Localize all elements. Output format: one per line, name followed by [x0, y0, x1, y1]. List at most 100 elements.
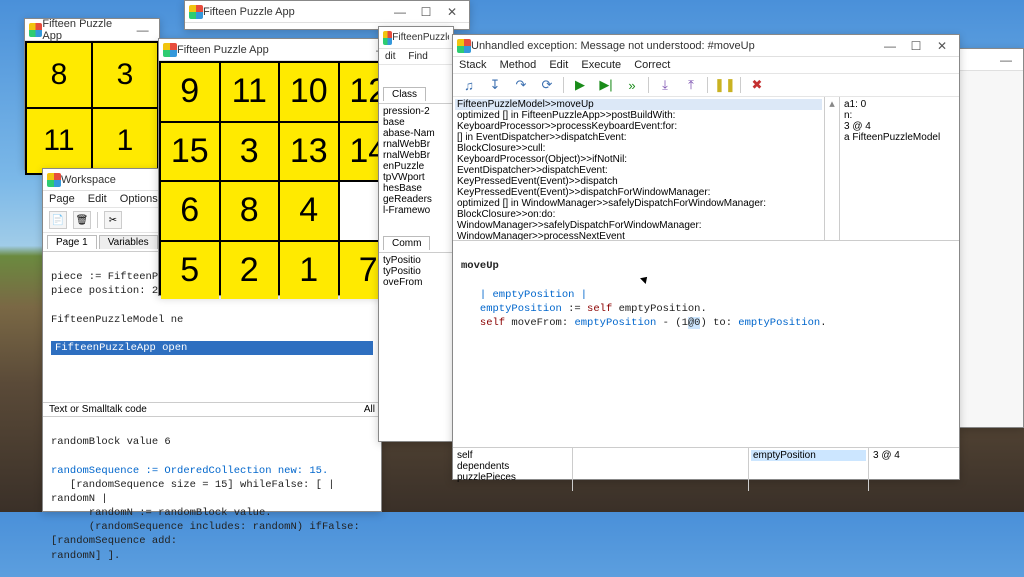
tile[interactable]: 2	[221, 242, 279, 300]
scroll-indicator[interactable]: ▴	[825, 97, 839, 240]
maximize-button[interactable]: ☐	[903, 35, 929, 57]
stack-trace[interactable]: FifteenPuzzleModel>>moveUpoptimized [] i…	[453, 97, 825, 240]
method-item[interactable]: tyPositio	[381, 255, 451, 266]
stop-icon[interactable]: ✖	[747, 77, 767, 93]
minimize-button[interactable]: —	[993, 49, 1019, 71]
tile[interactable]: 1	[93, 109, 157, 173]
stack-frame[interactable]: BlockClosure>>cull:	[455, 143, 822, 154]
stack-frame[interactable]: [] in EventDispatcher>>dispatchEvent:	[455, 132, 822, 143]
var-row[interactable]: n:	[842, 110, 957, 121]
puzzle-left-titlebar[interactable]: Fifteen Puzzle App —	[25, 19, 159, 41]
minimize-button[interactable]: —	[130, 19, 155, 41]
pause-icon[interactable]: ❚❚	[714, 77, 734, 93]
debugger-window[interactable]: Unhandled exception: Message not underst…	[452, 34, 960, 480]
category-list[interactable]: pression-2baseabase-NamrnalWebBrrnalWebB…	[379, 104, 453, 234]
tab-class[interactable]: Class	[383, 87, 426, 101]
minimize-button[interactable]: —	[877, 35, 903, 57]
tile[interactable]: 4	[280, 182, 338, 240]
menu-page[interactable]: Page	[49, 193, 75, 205]
headphones-icon[interactable]: ♫	[459, 78, 479, 93]
cut-button[interactable]: ✂	[104, 211, 122, 229]
tile[interactable]: 9	[161, 63, 219, 121]
stack-frame[interactable]: KeyboardProcessor(Object)>>ifNotNil:	[455, 154, 822, 165]
menu-edit[interactable]: Edit	[88, 193, 107, 205]
receiver-vars[interactable]: a1: 0n:3 @ 4a FifteenPuzzleModel	[839, 97, 959, 240]
tile[interactable]: 8	[221, 182, 279, 240]
var-row[interactable]: a FifteenPuzzleModel	[842, 132, 957, 143]
browser-titlebar[interactable]: FifteenPuzzleMode	[379, 27, 453, 49]
category-item[interactable]: l-Framewo	[381, 205, 451, 216]
skip-icon[interactable]: ▶|	[596, 77, 616, 93]
inspector-item[interactable]: puzzlePieces	[455, 472, 570, 483]
tile[interactable]: 3	[221, 123, 279, 181]
close-button[interactable]: ✕	[929, 35, 955, 57]
tile[interactable]: 15	[161, 123, 219, 181]
tab-page1[interactable]: Page 1	[47, 235, 97, 249]
method-item[interactable]: oveFrom	[381, 277, 451, 288]
tab-variables[interactable]: Variables	[99, 235, 158, 249]
menu-edit[interactable]: Edit	[549, 59, 568, 71]
category-item[interactable]: base	[381, 117, 451, 128]
debugger-menubar[interactable]: Stack Method Edit Execute Correct	[453, 57, 959, 74]
play-icon[interactable]: ▶	[570, 77, 590, 93]
workspace-footer-code[interactable]: randomBlock value 6 randomSequence := Or…	[43, 416, 381, 512]
tile[interactable]: 5	[161, 242, 219, 300]
inspector-item[interactable]: self	[455, 450, 570, 461]
menu-method[interactable]: Method	[500, 59, 537, 71]
tile[interactable]: 3	[93, 43, 157, 107]
inspector-right[interactable]: emptyPosition	[749, 448, 869, 491]
model-browser-window[interactable]: FifteenPuzzleMode dit Find Class pressio…	[378, 26, 454, 442]
method-source[interactable]: moveUp | emptyPosition | emptyPosition :…	[453, 241, 959, 447]
minimize-button[interactable]: —	[387, 1, 413, 23]
tile[interactable]: 11	[221, 63, 279, 121]
inspector-right-value[interactable]: 3 @ 4	[869, 448, 959, 491]
puzzle-left-window[interactable]: Fifteen Puzzle App — 8 3 11 1	[24, 18, 160, 170]
menu-options[interactable]: Options	[120, 193, 158, 205]
next-icon[interactable]: »	[622, 78, 642, 93]
tile[interactable]: 10	[280, 63, 338, 121]
refresh-icon[interactable]: ⟳	[537, 77, 557, 93]
var-emptyposition[interactable]: emptyPosition	[751, 450, 866, 461]
cursor-up-icon[interactable]: ⤒	[681, 77, 701, 93]
menu-correct[interactable]: Correct	[634, 59, 670, 71]
footer-mode[interactable]: All	[364, 404, 375, 415]
new-page-button[interactable]: 📄	[49, 211, 67, 229]
browser-menubar[interactable]: dit Find	[379, 49, 453, 65]
stack-frame[interactable]: WindowManager>>processNextEvent	[455, 231, 822, 240]
stack-frame[interactable]: BlockClosure>>on:do:	[455, 209, 822, 220]
category-item[interactable]: rnalWebBr	[381, 139, 451, 150]
menu-execute[interactable]: Execute	[581, 59, 621, 71]
stack-frame[interactable]: optimized [] in FifteenPuzzleApp>>postBu…	[455, 110, 822, 121]
stack-frame[interactable]: WindowManager>>safelyDispatchForWindowMa…	[455, 220, 822, 231]
step-over-icon[interactable]: ↷	[511, 77, 531, 93]
close-button[interactable]: ✕	[439, 1, 465, 23]
category-item[interactable]: enPuzzle	[381, 161, 451, 172]
puzzle-back-titlebar[interactable]: Fifteen Puzzle App — ☐ ✕	[185, 1, 469, 23]
tile[interactable]: 11	[27, 109, 91, 173]
tab-comm[interactable]: Comm	[383, 236, 430, 250]
stack-frame[interactable]: KeyboardProcessor>>processKeyboardEvent:…	[455, 121, 822, 132]
stack-frame[interactable]: FifteenPuzzleModel>>moveUp	[455, 99, 822, 110]
debugger-titlebar[interactable]: Unhandled exception: Message not underst…	[453, 35, 959, 57]
stack-frame[interactable]: KeyPressedEvent(Event)>>dispatchForWindo…	[455, 187, 822, 198]
stack-frame[interactable]: optimized [] in WindowManager>>safelyDis…	[455, 198, 822, 209]
inspector-item[interactable]: dependents	[455, 461, 570, 472]
method-list[interactable]: tyPositiotyPositiooveFrom	[379, 253, 453, 290]
cursor-down-icon[interactable]: ⤓	[655, 77, 675, 93]
menu-edit-fragment[interactable]: dit	[385, 51, 396, 62]
selected-code-line[interactable]: FifteenPuzzleApp open	[51, 341, 373, 355]
stack-frame[interactable]: KeyPressedEvent(Event)>>dispatch	[455, 176, 822, 187]
inspector-left[interactable]: selfdependentspuzzlePieces	[453, 448, 573, 491]
category-item[interactable]: geReaders	[381, 194, 451, 205]
delete-button[interactable]: 🗑	[73, 211, 91, 229]
maximize-button[interactable]: ☐	[413, 1, 439, 23]
puzzle-front-window[interactable]: Fifteen Puzzle App — 9111012153131468452…	[158, 38, 400, 296]
category-item[interactable]: hesBase	[381, 183, 451, 194]
category-item[interactable]: rnalWebBr	[381, 150, 451, 161]
inspector-left-value[interactable]	[573, 448, 749, 491]
menu-find[interactable]: Find	[408, 51, 427, 62]
step-into-icon[interactable]: ↧	[485, 77, 505, 93]
var-row[interactable]: a1: 0	[842, 99, 957, 110]
puzzle-front-titlebar[interactable]: Fifteen Puzzle App —	[159, 39, 399, 61]
tile[interactable]: 13	[280, 123, 338, 181]
